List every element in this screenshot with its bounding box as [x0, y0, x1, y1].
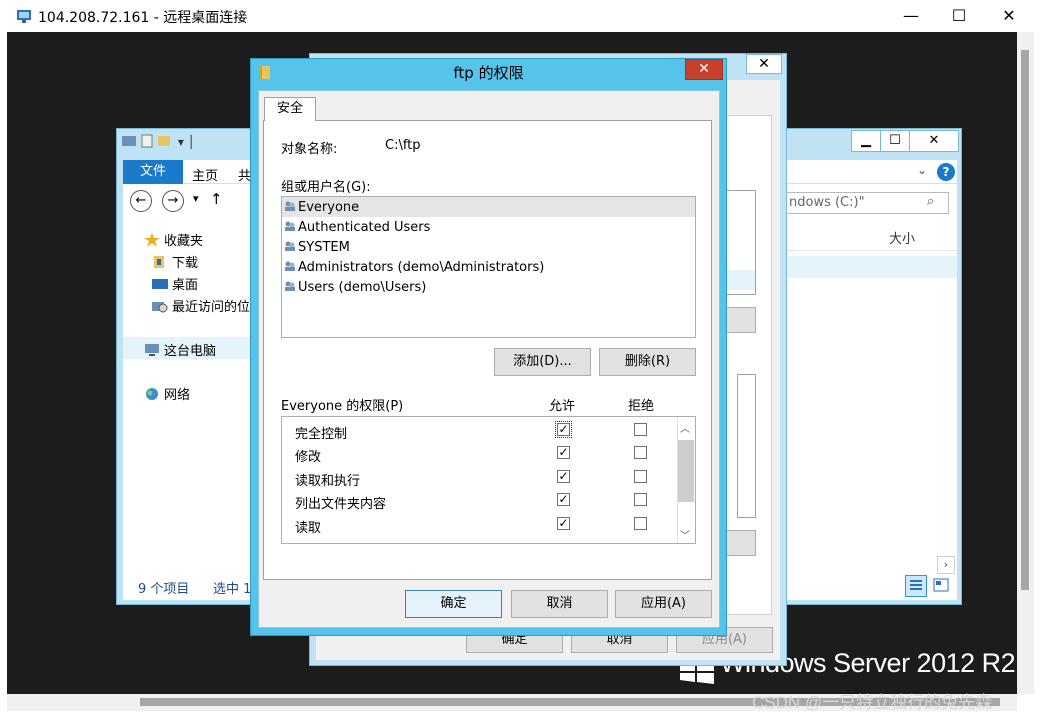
add-button[interactable]: 添加(D)...: [494, 348, 591, 376]
host-window-edge: [0, 32, 7, 694]
user-group-icon: [284, 240, 296, 252]
allow-checkbox[interactable]: ✓: [557, 470, 570, 483]
host-window-edge-right: [1034, 32, 1042, 694]
recent-places-icon: [152, 299, 168, 313]
remote-desktop-icon: [16, 8, 32, 24]
permission-name: 读取: [295, 521, 322, 536]
deny-checkbox[interactable]: [634, 446, 647, 459]
deny-checkbox[interactable]: [634, 470, 647, 483]
ribbon-tab-file[interactable]: 文件: [123, 160, 183, 184]
scroll-up-arrow-icon[interactable]: ︿: [680, 420, 690, 435]
deny-checkbox[interactable]: [634, 493, 647, 506]
back-arrow-icon[interactable]: ←: [130, 190, 152, 212]
details-view-icon[interactable]: [905, 575, 927, 597]
permission-name: 列出文件夹内容: [295, 497, 387, 512]
vertical-scroll-thumb[interactable]: [1021, 50, 1029, 590]
deny-checkbox[interactable]: [634, 423, 647, 436]
scroll-down-arrow-icon[interactable]: ﹀: [680, 527, 690, 542]
user-group-icon: [284, 260, 296, 272]
allow-header: 允许: [549, 399, 576, 414]
search-icon[interactable]: ⌕: [927, 194, 934, 209]
desktop-icon: [152, 277, 168, 291]
help-icon[interactable]: ?: [937, 163, 955, 181]
star-icon: [144, 233, 160, 247]
permission-name: 修改: [295, 450, 322, 465]
up-arrow-icon[interactable]: ↑: [210, 190, 223, 208]
tab-security[interactable]: 安全: [264, 97, 316, 121]
tree-item-this-pc[interactable]: 这台电脑: [144, 340, 216, 359]
permission-name: 读取和执行: [295, 474, 361, 489]
user-group-icon: [284, 200, 296, 212]
ok-button[interactable]: 确定: [405, 590, 502, 618]
user-item[interactable]: SYSTEM: [284, 240, 350, 255]
quick-access-toolbar[interactable]: ▾ │: [122, 134, 195, 149]
permission-name: 完全控制: [295, 427, 348, 442]
tree-item-desktop[interactable]: 桌面: [152, 274, 198, 293]
scroll-right-arrow-icon[interactable]: ›: [937, 556, 955, 574]
user-item[interactable]: Everyone: [284, 200, 359, 215]
explorer-minimize-button[interactable]: ▁: [851, 130, 881, 152]
column-header-divider: [784, 250, 957, 251]
remote-desktop-title: 104.208.72.161 - 远程桌面连接: [38, 10, 248, 26]
cancel-button[interactable]: 取消: [511, 590, 608, 618]
search-input[interactable]: ndows (C:)": [784, 192, 949, 214]
tree-item-recent[interactable]: 最近访问的位: [152, 296, 250, 315]
large-icons-view-icon[interactable]: [931, 575, 951, 595]
tree-item-favorites[interactable]: 收藏夹: [144, 230, 203, 249]
tree-item-downloads[interactable]: 下载: [152, 252, 198, 271]
object-name-value: C:\ftp: [385, 138, 421, 153]
network-icon: [144, 387, 160, 401]
close-button[interactable]: ✕: [986, 0, 1032, 32]
apply-button[interactable]: 应用(A): [615, 590, 712, 618]
status-selected-count: 选中 1: [213, 582, 252, 597]
remove-button[interactable]: 删除(R): [599, 348, 696, 376]
tree-item-network[interactable]: 网络: [144, 384, 190, 403]
ribbon-expand-chevron-icon[interactable]: ⌄: [917, 163, 927, 177]
user-item[interactable]: Authenticated Users: [284, 220, 430, 235]
user-item[interactable]: Users (demo\Users): [284, 280, 426, 295]
dialog-close-button[interactable]: ✕: [685, 59, 723, 80]
forward-arrow-icon[interactable]: →: [162, 190, 184, 212]
explorer-maximize-button[interactable]: ☐: [880, 130, 910, 152]
qat-dropdown[interactable]: ▾ │: [178, 135, 195, 149]
minimize-button[interactable]: —: [888, 0, 934, 32]
dialog-title: ftp 的权限: [453, 64, 524, 82]
column-header-size[interactable]: 大小: [889, 228, 915, 247]
allow-checkbox[interactable]: ✓: [557, 446, 570, 459]
ribbon-tab-home[interactable]: 主页: [192, 165, 218, 184]
deny-header: 拒绝: [628, 399, 655, 414]
object-name-label: 对象名称:: [281, 142, 338, 157]
permissions-label: Everyone 的权限(P): [281, 399, 404, 414]
file-row-selected[interactable]: [784, 256, 957, 278]
user-item[interactable]: Administrators (demo\Administrators): [284, 260, 544, 275]
user-group-icon: [284, 280, 296, 292]
computer-icon: [144, 343, 160, 357]
status-item-count: 9 个项目: [138, 582, 190, 597]
deny-checkbox[interactable]: [634, 517, 647, 530]
user-group-icon: [284, 220, 296, 232]
properties-close-button[interactable]: ✕: [746, 54, 782, 74]
allow-checkbox[interactable]: ✓: [557, 493, 570, 506]
maximize-button[interactable]: ☐: [936, 0, 982, 32]
permissions-scroll-thumb[interactable]: [678, 440, 694, 502]
explorer-close-button[interactable]: ✕: [909, 130, 959, 152]
watermark: CSDN @一只特立独行的兔先森: [752, 693, 993, 712]
allow-checkbox[interactable]: ✓: [557, 517, 570, 530]
download-folder-icon: [152, 255, 168, 269]
group-users-label: 组或用户名(G):: [281, 180, 371, 195]
allow-checkbox[interactable]: ✓: [555, 421, 572, 438]
properties-scrollbar[interactable]: [737, 374, 756, 518]
recent-locations-chevron-icon[interactable]: ▾: [193, 192, 199, 205]
